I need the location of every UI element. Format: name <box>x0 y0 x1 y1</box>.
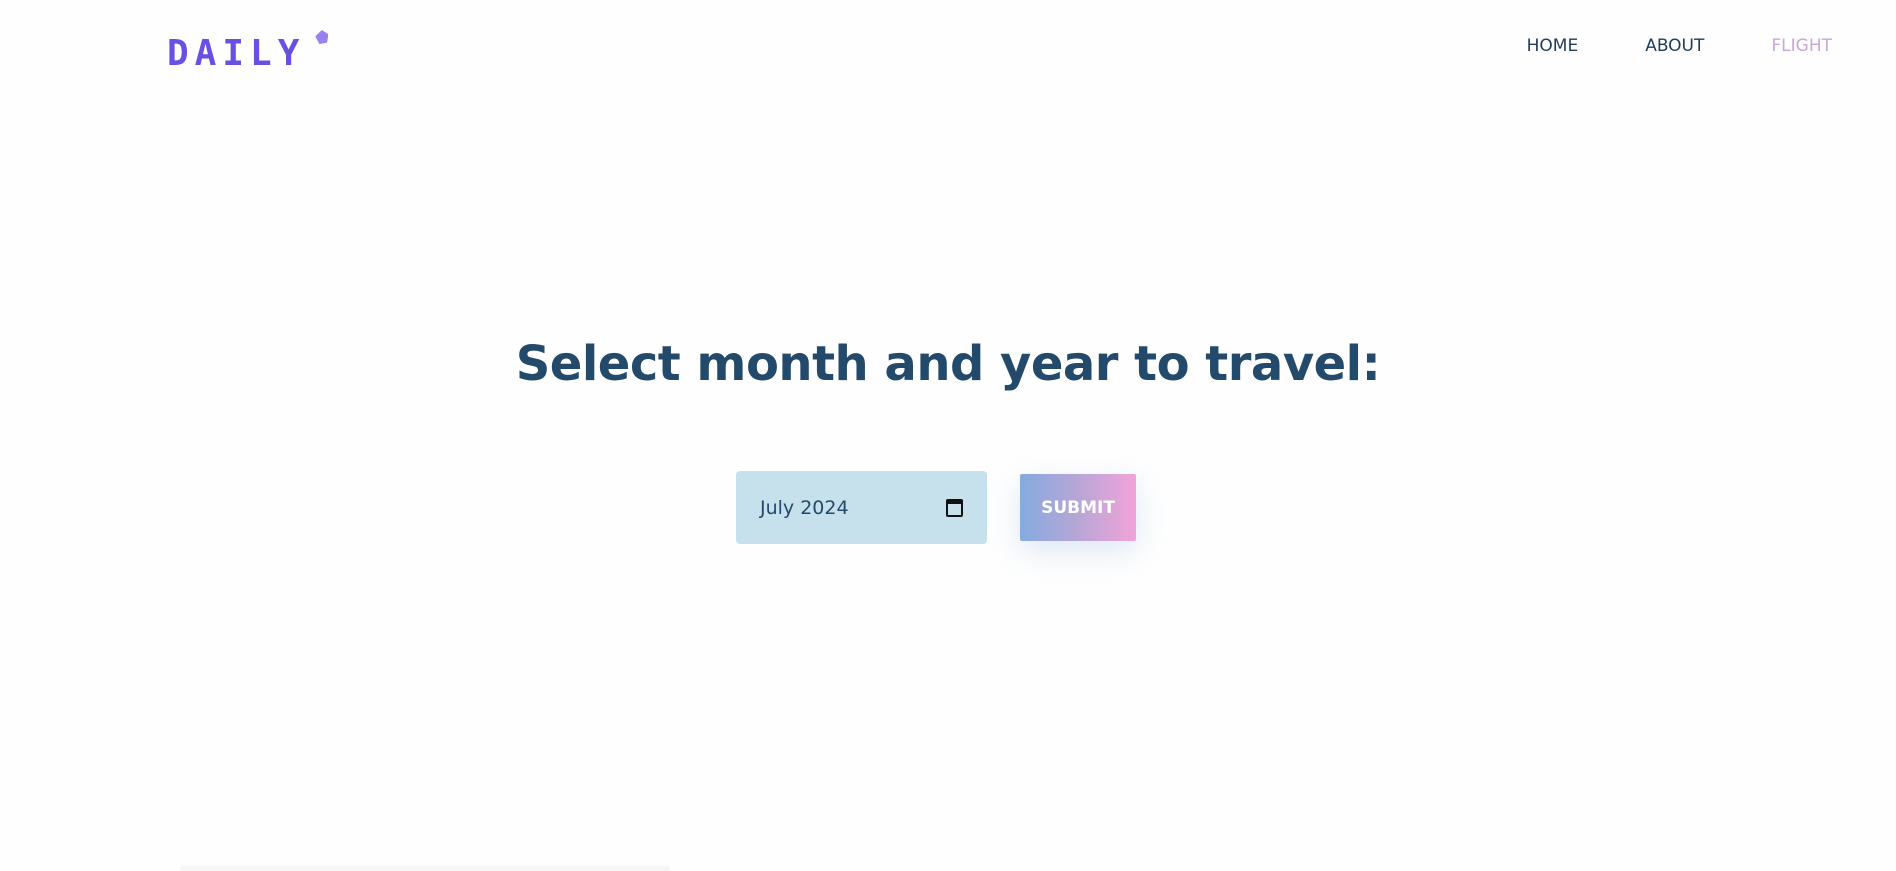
footer-divider <box>180 866 670 871</box>
calendar-icon[interactable] <box>946 498 963 517</box>
page: DAILY HOME ABOUT FLIGHT Select month and… <box>0 0 1896 871</box>
month-year-value: July 2024 <box>760 496 849 519</box>
travel-form: July 2024 SUBMIT <box>736 471 1136 544</box>
submit-button[interactable]: SUBMIT <box>1020 474 1136 541</box>
month-year-input[interactable]: July 2024 <box>736 471 987 544</box>
main-content: Select month and year to travel: July 20… <box>0 0 1896 871</box>
page-title: Select month and year to travel: <box>515 336 1381 392</box>
